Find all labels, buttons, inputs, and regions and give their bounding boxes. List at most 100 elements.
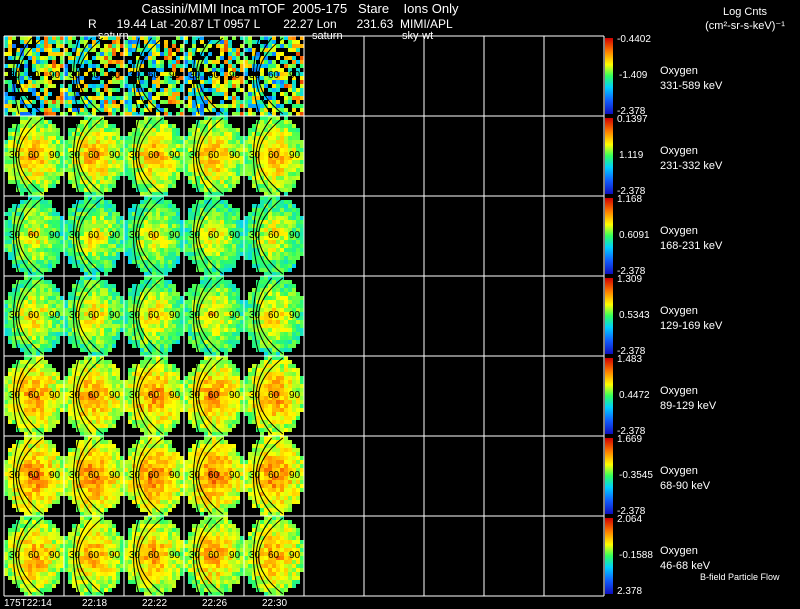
contour-label: 60 <box>208 230 220 241</box>
time-label: 22:22 <box>142 598 168 609</box>
colorbar <box>605 118 613 194</box>
contour-label: 90 <box>169 470 181 481</box>
contour-label: 60 <box>268 150 280 161</box>
contour-label: 30 <box>189 230 201 241</box>
contour-label: 90 <box>109 550 121 561</box>
colorbar-max-label: 1.669 <box>617 434 643 445</box>
contour-label: 30 <box>189 310 201 321</box>
contour-label: 60 <box>208 390 220 401</box>
contour-label: 90 <box>49 70 61 81</box>
contour-label: 30 <box>129 390 141 401</box>
contour-label: 30 <box>69 230 81 241</box>
contour-label: 30 <box>189 470 201 481</box>
contour-label: 30 <box>129 230 141 241</box>
species-name: Oxygen <box>660 385 698 397</box>
contour-label: 60 <box>268 470 280 481</box>
flux-image-panel: 30 60 90 <box>184 356 244 436</box>
flux-image-panel: 30 60 90 <box>64 116 124 196</box>
flux-image-panel: 30 60 90 <box>124 36 184 116</box>
flux-image-panel: 30 60 90 <box>64 36 124 116</box>
time-label: 22:30 <box>262 598 288 609</box>
contour-label: 30 <box>189 390 201 401</box>
contour-label: 60 <box>28 70 40 81</box>
contour-label: 30 <box>249 150 261 161</box>
contour-label: 90 <box>229 70 241 81</box>
contour-label: 60 <box>28 150 40 161</box>
colorbar-max-label: -0.4402 <box>617 34 651 45</box>
energy-range: 89-129 keV <box>660 400 717 412</box>
contour-label: 30 <box>189 150 201 161</box>
contour-label: 90 <box>49 310 61 321</box>
contour-label: 30 <box>249 70 261 81</box>
contour-label: 90 <box>109 70 121 81</box>
colorbar-mid-label: 1.119 <box>619 150 644 161</box>
contour-label: 60 <box>88 150 100 161</box>
contour-label: 90 <box>49 150 61 161</box>
contour-label: 60 <box>28 310 40 321</box>
contour-label: 30 <box>249 230 261 241</box>
contour-label: 30 <box>9 70 21 81</box>
species-energy-label: Oxygen 89-129 keV <box>660 384 716 414</box>
flux-image-panel: 30 60 90 <box>124 116 184 196</box>
contour-label: 90 <box>169 310 181 321</box>
contour-label: 60 <box>88 550 100 561</box>
contour-label: 30 <box>249 470 261 481</box>
contour-label: 90 <box>109 470 121 481</box>
time-label: 175T22:14 <box>4 598 52 609</box>
contour-label: 90 <box>229 390 241 401</box>
flux-image-panel: 30 60 90 <box>184 436 244 516</box>
contour-label: 60 <box>28 390 40 401</box>
flux-image-panel: 30 60 90 <box>184 196 244 276</box>
contour-label: 60 <box>88 310 100 321</box>
contour-label: 30 <box>9 230 21 241</box>
contour-label: 90 <box>289 550 301 561</box>
contour-label: 30 <box>69 70 81 81</box>
contour-label: 30 <box>9 470 21 481</box>
colorbar-max-label: 0.1397 <box>617 114 648 125</box>
contour-label: 60 <box>88 230 100 241</box>
species-energy-label: Oxygen 68-90 keV <box>660 464 710 494</box>
colorbar <box>605 358 613 434</box>
flux-image-panel: 30 60 90 <box>244 276 304 356</box>
flux-image-panel: 30 60 90 <box>4 36 64 116</box>
contour-label: 90 <box>289 390 301 401</box>
contour-label: 30 <box>69 390 81 401</box>
flux-image-panel: 30 60 90 <box>184 36 244 116</box>
contour-label: 90 <box>169 70 181 81</box>
contour-label: 60 <box>88 390 100 401</box>
contour-label: 60 <box>148 150 160 161</box>
contour-label: 60 <box>208 70 220 81</box>
contour-label: 60 <box>148 230 160 241</box>
contour-label: 60 <box>208 550 220 561</box>
contour-label: 30 <box>9 150 21 161</box>
contour-label: 90 <box>49 390 61 401</box>
flux-image-panel: 30 60 90 <box>244 196 304 276</box>
contour-label: 60 <box>148 550 160 561</box>
contour-label: 60 <box>28 230 40 241</box>
energy-range: 231-332 keV <box>660 160 723 172</box>
contour-label: 90 <box>169 390 181 401</box>
energy-range: 331-589 keV <box>660 80 723 92</box>
colorbar <box>605 278 613 354</box>
colorbar-mid-label: 0.5343 <box>619 310 650 321</box>
contour-label: 60 <box>268 70 280 81</box>
contour-label: 90 <box>229 310 241 321</box>
colorbar <box>605 198 613 274</box>
contour-label: 60 <box>208 310 220 321</box>
contour-label: 60 <box>28 550 40 561</box>
flux-image-panel: 30 60 90 <box>4 276 64 356</box>
species-energy-label: Oxygen 129-169 keV <box>660 304 722 334</box>
contour-label: 90 <box>289 230 301 241</box>
flux-image-panel: 30 60 90 <box>64 516 124 596</box>
contour-label: 30 <box>69 470 81 481</box>
species-name: Oxygen <box>660 465 698 477</box>
contour-label: 60 <box>88 470 100 481</box>
colorbar-mid-label: -0.1588 <box>619 550 653 561</box>
contour-label: 90 <box>49 230 61 241</box>
contour-label: 90 <box>289 150 301 161</box>
contour-label: 90 <box>229 550 241 561</box>
species-name: Oxygen <box>660 65 698 77</box>
contour-label: 90 <box>229 470 241 481</box>
contour-label: 30 <box>129 70 141 81</box>
contour-label: 90 <box>169 150 181 161</box>
